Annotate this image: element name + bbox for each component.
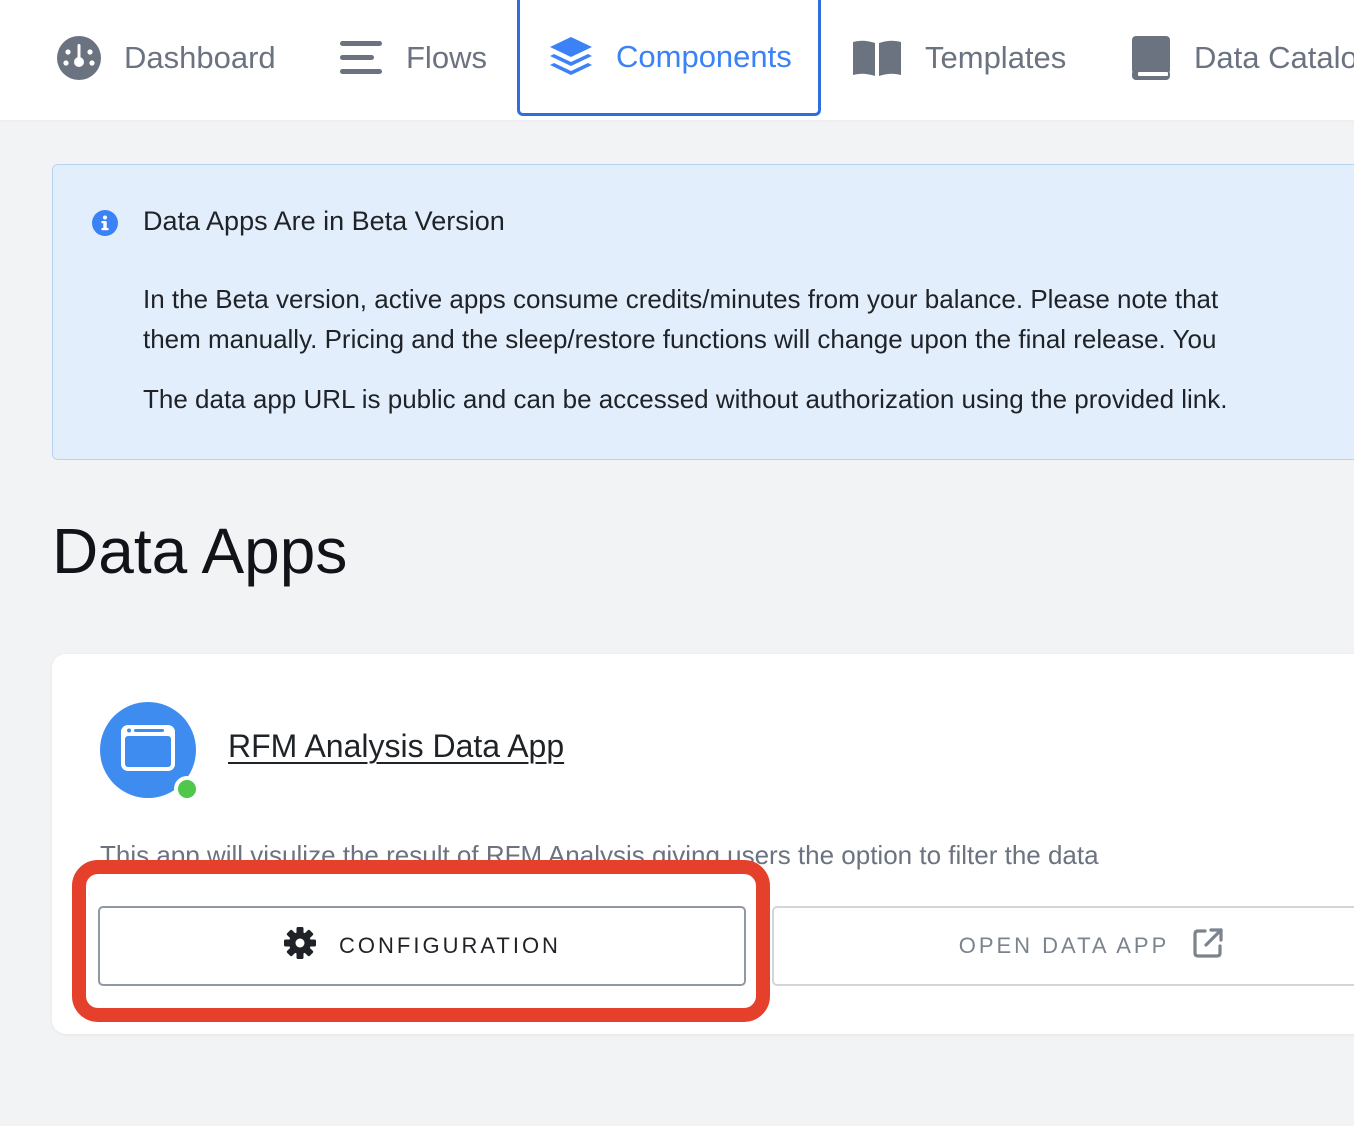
- book-open-icon: [851, 38, 903, 78]
- nav-item-label: Dashboard: [124, 40, 276, 75]
- nav-item-label: Templates: [925, 40, 1067, 75]
- open-data-app-button[interactable]: OPEN DATA APP: [772, 906, 1354, 986]
- book-closed-icon: [1130, 34, 1172, 82]
- app-window-icon: [121, 724, 175, 776]
- banner-title: Data Apps Are in Beta Version: [143, 206, 505, 236]
- configuration-button[interactable]: CONFIGURATION: [98, 906, 746, 986]
- nav-item-label: Flows: [406, 40, 487, 75]
- nav-item-data-catalog[interactable]: Data Catalog: [1130, 0, 1354, 116]
- external-link-icon: [1191, 926, 1225, 966]
- open-data-app-button-label: OPEN DATA APP: [958, 933, 1170, 958]
- dashboard-gauge-icon: [56, 35, 102, 81]
- nav-item-label: Data Catalog: [1194, 40, 1354, 75]
- nav-item-components[interactable]: Components: [517, 0, 821, 116]
- configuration-button-label: CONFIGURATION: [339, 933, 561, 958]
- app-description: This app will visulize the result of RFM…: [100, 840, 1099, 870]
- nav-item-flows[interactable]: Flows: [338, 0, 487, 116]
- nav-item-dashboard[interactable]: Dashboard: [56, 0, 276, 116]
- layers-icon: [548, 34, 594, 80]
- banner-paragraph-line: them manually. Pricing and the sleep/res…: [143, 324, 1217, 354]
- nav-item-templates[interactable]: Templates: [851, 0, 1066, 116]
- flows-lines-icon: [338, 38, 384, 78]
- banner-paragraph: The data app URL is public and can be ac…: [143, 384, 1228, 414]
- top-navigation: Dashboard Flows Components Templates Dat…: [0, 0, 1354, 120]
- banner-paragraph-line: In the Beta version, active apps consume…: [143, 284, 1219, 314]
- status-indicator: [174, 776, 200, 802]
- nav-item-label: Components: [616, 38, 792, 74]
- data-app-card: RFM Analysis Data App This app will visu…: [52, 654, 1354, 1034]
- beta-info-banner: Data Apps Are in Beta Version In the Bet…: [52, 164, 1354, 460]
- app-name-link[interactable]: RFM Analysis Data App: [228, 728, 564, 765]
- page-title: Data Apps: [52, 515, 348, 587]
- banner-paragraph: In the Beta version, active apps consume…: [143, 279, 1218, 359]
- gear-icon: [283, 926, 317, 966]
- info-icon: [91, 209, 119, 242]
